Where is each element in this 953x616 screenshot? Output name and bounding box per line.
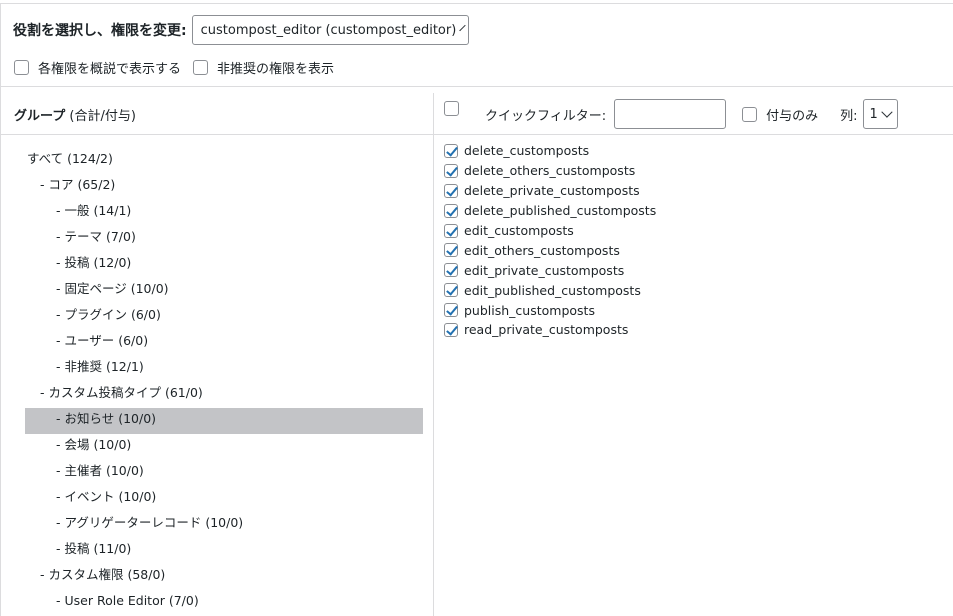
group-tree-item[interactable]: - 投稿 (11/0) (25, 538, 423, 564)
group-tree-item[interactable]: - ユーザー (6/0) (25, 330, 423, 356)
columns-label: 列: (840, 108, 858, 124)
capability-list: delete_customposts delete_others_custompo… (444, 141, 656, 340)
show-readable-checkbox[interactable] (14, 59, 29, 75)
display-options: 各権限を概説で表示する 非推奨の権限を表示 (14, 58, 346, 77)
capability-checkbox[interactable] (444, 283, 458, 298)
select-all-checkbox[interactable] (444, 100, 459, 116)
capability-checkbox[interactable] (444, 223, 458, 238)
group-tree-item[interactable]: - プラグイン (6/0) (25, 304, 423, 330)
column-divider (433, 93, 434, 616)
group-tree-item[interactable]: - 投稿 (12/0) (25, 252, 423, 278)
show-deprecated-checkbox[interactable] (193, 59, 209, 75)
capability-checkbox[interactable] (444, 203, 458, 218)
capability-checkbox[interactable] (444, 303, 458, 318)
capability-item[interactable]: read_private_customposts (444, 320, 656, 340)
capability-label: delete_published_customposts (464, 203, 657, 219)
show-deprecated-label: 非推奨の権限を表示 (217, 61, 335, 77)
group-tree-item[interactable]: - 主催者 (10/0) (25, 460, 423, 486)
groups-header-title: グループ (14, 109, 66, 124)
group-tree-item[interactable]: - 一般 (14/1) (25, 200, 423, 226)
chevron-down-icon (881, 106, 893, 118)
capability-label: edit_others_customposts (464, 242, 620, 258)
group-tree-item[interactable]: - イベント (10/0) (25, 486, 423, 512)
granted-only-checkbox[interactable] (742, 106, 758, 122)
chevron-down-icon (459, 24, 466, 32)
quick-filter-input[interactable] (614, 99, 727, 129)
group-tree-item[interactable]: - コア (65/2) (25, 174, 423, 200)
capability-item[interactable]: edit_customposts (444, 221, 656, 241)
capability-item[interactable]: edit_private_customposts (444, 260, 656, 280)
group-tree-item[interactable]: - User Role Editor (7/0) (25, 590, 423, 616)
role-label: 役割を選択し、権限を変更: (13, 23, 187, 39)
capability-label: edit_customposts (464, 223, 574, 238)
role-select[interactable]: custompost_editor (custompost_editor) (191, 15, 469, 45)
group-tree-item[interactable]: - 固定ページ (10/0) (25, 278, 423, 304)
left-border (0, 3, 1, 616)
capability-checkbox[interactable] (444, 163, 458, 178)
group-tree-item[interactable]: - 非推奨 (12/1) (25, 356, 423, 382)
capability-item[interactable]: delete_published_customposts (444, 201, 656, 221)
header-divider (0, 86, 953, 87)
role-selector-row: 役割を選択し、権限を変更: custompost_editor (customp… (13, 15, 469, 45)
capability-label: publish_customposts (464, 302, 595, 318)
granted-only-option[interactable]: 付与のみ (742, 105, 818, 124)
column-header-divider (0, 134, 953, 135)
capability-checkbox[interactable] (444, 263, 458, 278)
show-readable-option[interactable]: 各権限を概説で表示する (14, 58, 181, 77)
group-tree-item[interactable]: - アグリゲーターレコード (10/0) (25, 512, 423, 538)
group-tree-item[interactable]: - お知らせ (10/0) (25, 408, 423, 434)
groups-header-subtitle: (合計/付与) (69, 109, 136, 124)
columns-select[interactable]: 1 (862, 99, 898, 129)
capability-checkbox[interactable] (444, 243, 458, 258)
capability-label: delete_others_customposts (464, 163, 636, 179)
top-border (0, 3, 953, 4)
capability-label: edit_private_customposts (464, 262, 625, 278)
quick-filter-label: クイックフィルター: (485, 108, 607, 124)
capability-checkbox[interactable] (444, 322, 458, 337)
capability-label: read_private_customposts (464, 322, 629, 338)
filter-toolbar: クイックフィルター: 付与のみ 列: 1 (444, 99, 898, 129)
capability-item[interactable]: delete_customposts (444, 141, 656, 161)
capability-checkbox[interactable] (444, 143, 458, 158)
group-tree-item[interactable]: - カスタム投稿タイプ (61/0) (25, 382, 423, 408)
group-tree-item[interactable]: - カスタム権限 (58/0) (25, 564, 423, 590)
role-select-value: custompost_editor (custompost_editor) (200, 22, 457, 38)
capability-item[interactable]: delete_others_customposts (444, 161, 656, 181)
capability-label: delete_customposts (464, 143, 590, 159)
show-deprecated-option[interactable]: 非推奨の権限を表示 (193, 58, 334, 77)
show-readable-label: 各権限を概説で表示する (38, 61, 182, 77)
group-tree-item[interactable]: - 会場 (10/0) (25, 434, 423, 460)
group-tree-item[interactable]: すべて (124/2) (25, 148, 423, 174)
capability-checkbox[interactable] (444, 183, 458, 198)
capability-label: edit_published_customposts (464, 282, 641, 298)
capability-label: delete_private_customposts (464, 183, 640, 199)
capability-item[interactable]: edit_published_customposts (444, 280, 656, 300)
groups-header: グループ (合計/付与) (14, 105, 136, 124)
capability-item[interactable]: publish_customposts (444, 300, 656, 320)
capability-item[interactable]: edit_others_customposts (444, 240, 656, 260)
granted-only-label: 付与のみ (766, 108, 819, 124)
columns-select-value: 1 (869, 106, 878, 122)
group-tree-item[interactable]: - テーマ (7/0) (25, 226, 423, 252)
group-tree: すべて (124/2) - コア (65/2) - 一般 (14/1) - テーマ (… (25, 148, 423, 616)
capability-item[interactable]: delete_private_customposts (444, 181, 656, 201)
